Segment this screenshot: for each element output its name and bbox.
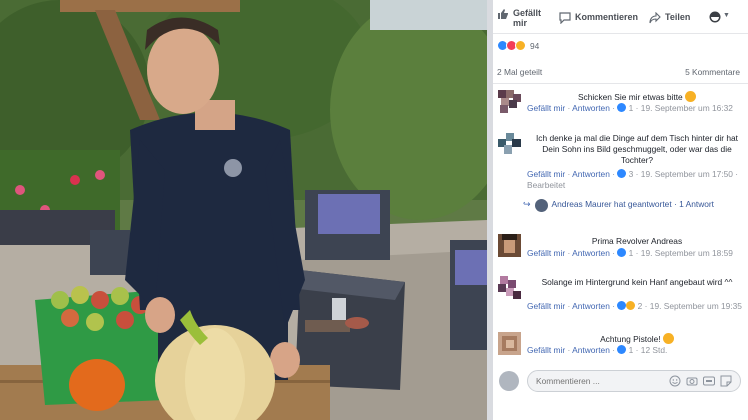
comment-meta: Gefällt mir · Antworten · 1 · 12 Std. xyxy=(527,345,668,355)
comment-count[interactable]: 5 Kommentare xyxy=(685,67,740,77)
comment-like-link[interactable]: Gefällt mir xyxy=(527,169,565,179)
like-button[interactable]: Gefällt mir xyxy=(497,8,547,28)
haha-reaction-icon xyxy=(626,301,636,310)
sticker-icon[interactable] xyxy=(720,375,732,387)
share-label: Teilen xyxy=(665,12,691,22)
comment-reaction-count[interactable]: 1 xyxy=(629,248,634,258)
comment-input[interactable] xyxy=(536,376,656,386)
emoji-icon[interactable] xyxy=(669,375,681,387)
post-actions-bar: Gefällt mir Kommentieren Teilen ▼ xyxy=(493,0,748,34)
comment-meta: Gefällt mir · Antworten · 2 · 19. Septem… xyxy=(527,301,742,311)
comment-timestamp[interactable]: 12 Std. xyxy=(641,345,668,355)
share-count[interactable]: 2 Mal geteilt xyxy=(497,67,542,77)
avatar[interactable] xyxy=(498,276,521,299)
reaction-picker-icon xyxy=(709,11,721,23)
comment-text: Schicken Sie mir etwas bitte xyxy=(527,91,747,103)
like-reaction-icon xyxy=(617,103,627,112)
reply-summary[interactable]: ↪ Andreas Maurer hat geantwortet · 1 Ant… xyxy=(523,199,743,212)
avatar xyxy=(499,371,519,391)
avatar[interactable] xyxy=(498,332,521,355)
smile-emoji-icon xyxy=(662,333,674,344)
comment-reaction-count[interactable]: 1 xyxy=(629,345,634,355)
reaction-summary[interactable]: 94 xyxy=(497,40,539,51)
comment-label: Kommentieren xyxy=(575,12,639,22)
comment-text: Achtung Pistole! xyxy=(527,333,747,345)
comment-reply-link[interactable]: Antworten xyxy=(572,345,610,355)
comment-button[interactable]: Kommentieren xyxy=(559,12,639,25)
screenshot-root: Gefällt mir Kommentieren Teilen ▼ 94 2 M… xyxy=(0,0,748,420)
comment-like-link[interactable]: Gefällt mir xyxy=(527,301,565,311)
like-label: Gefällt mir xyxy=(513,8,542,28)
share-icon xyxy=(649,11,661,24)
like-reaction-icon xyxy=(617,301,627,310)
comments-panel: Gefällt mir Kommentieren Teilen ▼ 94 2 M… xyxy=(493,0,748,420)
comment-like-link[interactable]: Gefällt mir xyxy=(527,248,565,258)
comment-text: Solange im Hintergrund kein Hanf angebau… xyxy=(541,277,733,287)
wow-reaction-icon xyxy=(515,40,526,51)
comment-text: Prima Revolver Andreas xyxy=(591,236,683,246)
share-button[interactable]: Teilen xyxy=(649,11,691,24)
comment-composer[interactable] xyxy=(527,370,741,392)
reply-summary-text[interactable]: Andreas Maurer hat geantwortet · 1 Antwo… xyxy=(552,199,714,210)
comment-icon xyxy=(559,12,571,25)
comment-text: Ich denke ja mal die Dinge auf dem Tisch… xyxy=(535,133,739,165)
camera-icon[interactable] xyxy=(686,375,698,387)
composer-icons xyxy=(669,375,732,387)
avatar[interactable] xyxy=(498,90,521,113)
comment-timestamp[interactable]: 19. September um 16:32 xyxy=(641,103,733,113)
avatar xyxy=(534,199,548,212)
comment-like-link[interactable]: Gefällt mir xyxy=(527,103,565,113)
post-photo[interactable] xyxy=(0,0,487,420)
comment-timestamp[interactable]: 19. September um 17:50 xyxy=(641,169,733,179)
comment-reaction-count[interactable]: 3 xyxy=(629,169,634,179)
comment-timestamp[interactable]: 19. September um 19:35 xyxy=(650,301,742,311)
comment-reaction-count[interactable]: 1 xyxy=(629,103,634,113)
like-reaction-icon xyxy=(617,248,627,257)
comment-timestamp[interactable]: 19. September um 18:59 xyxy=(641,248,733,258)
like-reaction-icon xyxy=(617,345,627,354)
comment-reply-link[interactable]: Antworten xyxy=(572,103,610,113)
avatar[interactable] xyxy=(498,133,521,156)
comment-reaction-count[interactable]: 2 xyxy=(638,301,643,311)
reply-arrow-icon: ↪ xyxy=(523,199,531,209)
photo-illustration xyxy=(0,0,487,420)
comment-reply-link[interactable]: Antworten xyxy=(572,169,610,179)
like-reaction-icon xyxy=(617,169,627,178)
comment-reply-link[interactable]: Antworten xyxy=(572,248,610,258)
comment-meta: Gefällt mir · Antworten · 1 · 19. Septem… xyxy=(527,103,733,113)
edited-label[interactable]: Bearbeitet xyxy=(527,180,565,190)
reaction-count: 94 xyxy=(530,40,540,51)
smile-emoji-icon xyxy=(685,91,697,102)
post-stats: 2 Mal geteilt 5 Kommentare xyxy=(497,67,740,77)
thumbs-up-icon xyxy=(497,8,509,20)
divider xyxy=(493,83,748,84)
chevron-down-icon: ▼ xyxy=(723,12,730,19)
comment-like-link[interactable]: Gefällt mir xyxy=(527,345,565,355)
comment-reply-link[interactable]: Antworten xyxy=(572,301,610,311)
comment-meta: Gefällt mir · Antworten · 3 · 19. Septem… xyxy=(527,169,739,190)
avatar[interactable] xyxy=(498,234,521,257)
gif-icon[interactable] xyxy=(703,375,715,387)
reaction-picker[interactable]: ▼ xyxy=(709,11,730,23)
comment-meta: Gefällt mir · Antworten · 1 · 19. Septem… xyxy=(527,248,733,258)
